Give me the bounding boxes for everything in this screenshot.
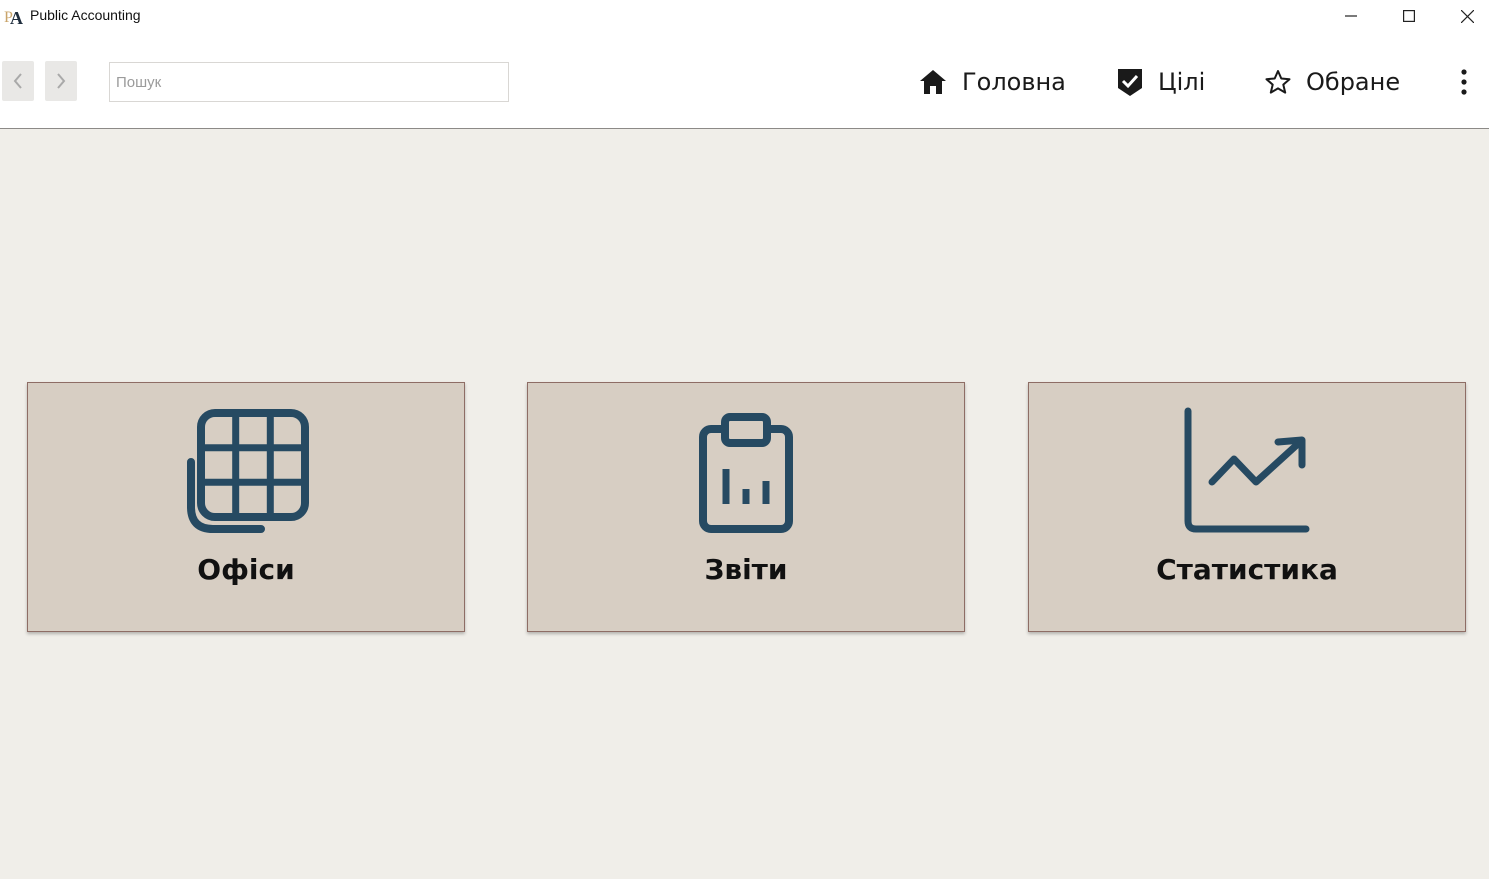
trending-up-chart-icon xyxy=(1184,407,1310,533)
back-button[interactable] xyxy=(2,61,34,101)
clipboard-chart-icon xyxy=(699,413,793,533)
tile-reports-label: Звіти xyxy=(704,553,788,586)
app-logo-icon: P A xyxy=(4,8,23,27)
shield-check-icon xyxy=(1118,69,1142,96)
minimize-button[interactable] xyxy=(1322,0,1380,32)
star-outline-icon xyxy=(1265,70,1291,94)
title-bar: P A Public Accounting xyxy=(0,0,1489,32)
nav-link-home[interactable]: Головна xyxy=(918,62,1066,102)
nav-link-goals[interactable]: Цілі xyxy=(1116,62,1205,102)
more-menu-button[interactable] xyxy=(1452,65,1476,99)
tile-statistics-label: Статистика xyxy=(1156,553,1338,586)
grid-table-icon xyxy=(187,409,309,533)
tile-offices[interactable]: Офіси xyxy=(27,382,465,632)
nav-link-home-label: Головна xyxy=(962,68,1066,96)
home-icon xyxy=(920,70,946,94)
toolbar: Головна Цілі Обране xyxy=(0,32,1489,129)
svg-text:A: A xyxy=(10,8,23,27)
close-button[interactable] xyxy=(1438,0,1489,32)
app-window: P A Public Accounting Пошук Головна Цілі… xyxy=(0,0,1489,879)
chevron-left-icon xyxy=(13,73,22,89)
tile-reports[interactable]: Звіти xyxy=(527,382,965,632)
tile-statistics[interactable]: Статистика xyxy=(1028,382,1466,632)
nav-link-favorites-label: Обране xyxy=(1306,68,1401,96)
tile-offices-label: Офіси xyxy=(197,553,295,586)
search-input[interactable] xyxy=(109,62,509,102)
window-title: Public Accounting xyxy=(30,7,141,23)
nav-link-goals-label: Цілі xyxy=(1158,68,1206,96)
maximize-button[interactable] xyxy=(1380,0,1438,32)
maximize-icon xyxy=(1403,10,1415,22)
forward-button[interactable] xyxy=(45,61,77,101)
chevron-right-icon xyxy=(57,73,66,89)
nav-link-favorites[interactable]: Обране xyxy=(1264,62,1400,102)
more-vertical-icon xyxy=(1461,69,1467,95)
minimize-icon xyxy=(1345,15,1357,17)
close-icon xyxy=(1460,9,1474,23)
